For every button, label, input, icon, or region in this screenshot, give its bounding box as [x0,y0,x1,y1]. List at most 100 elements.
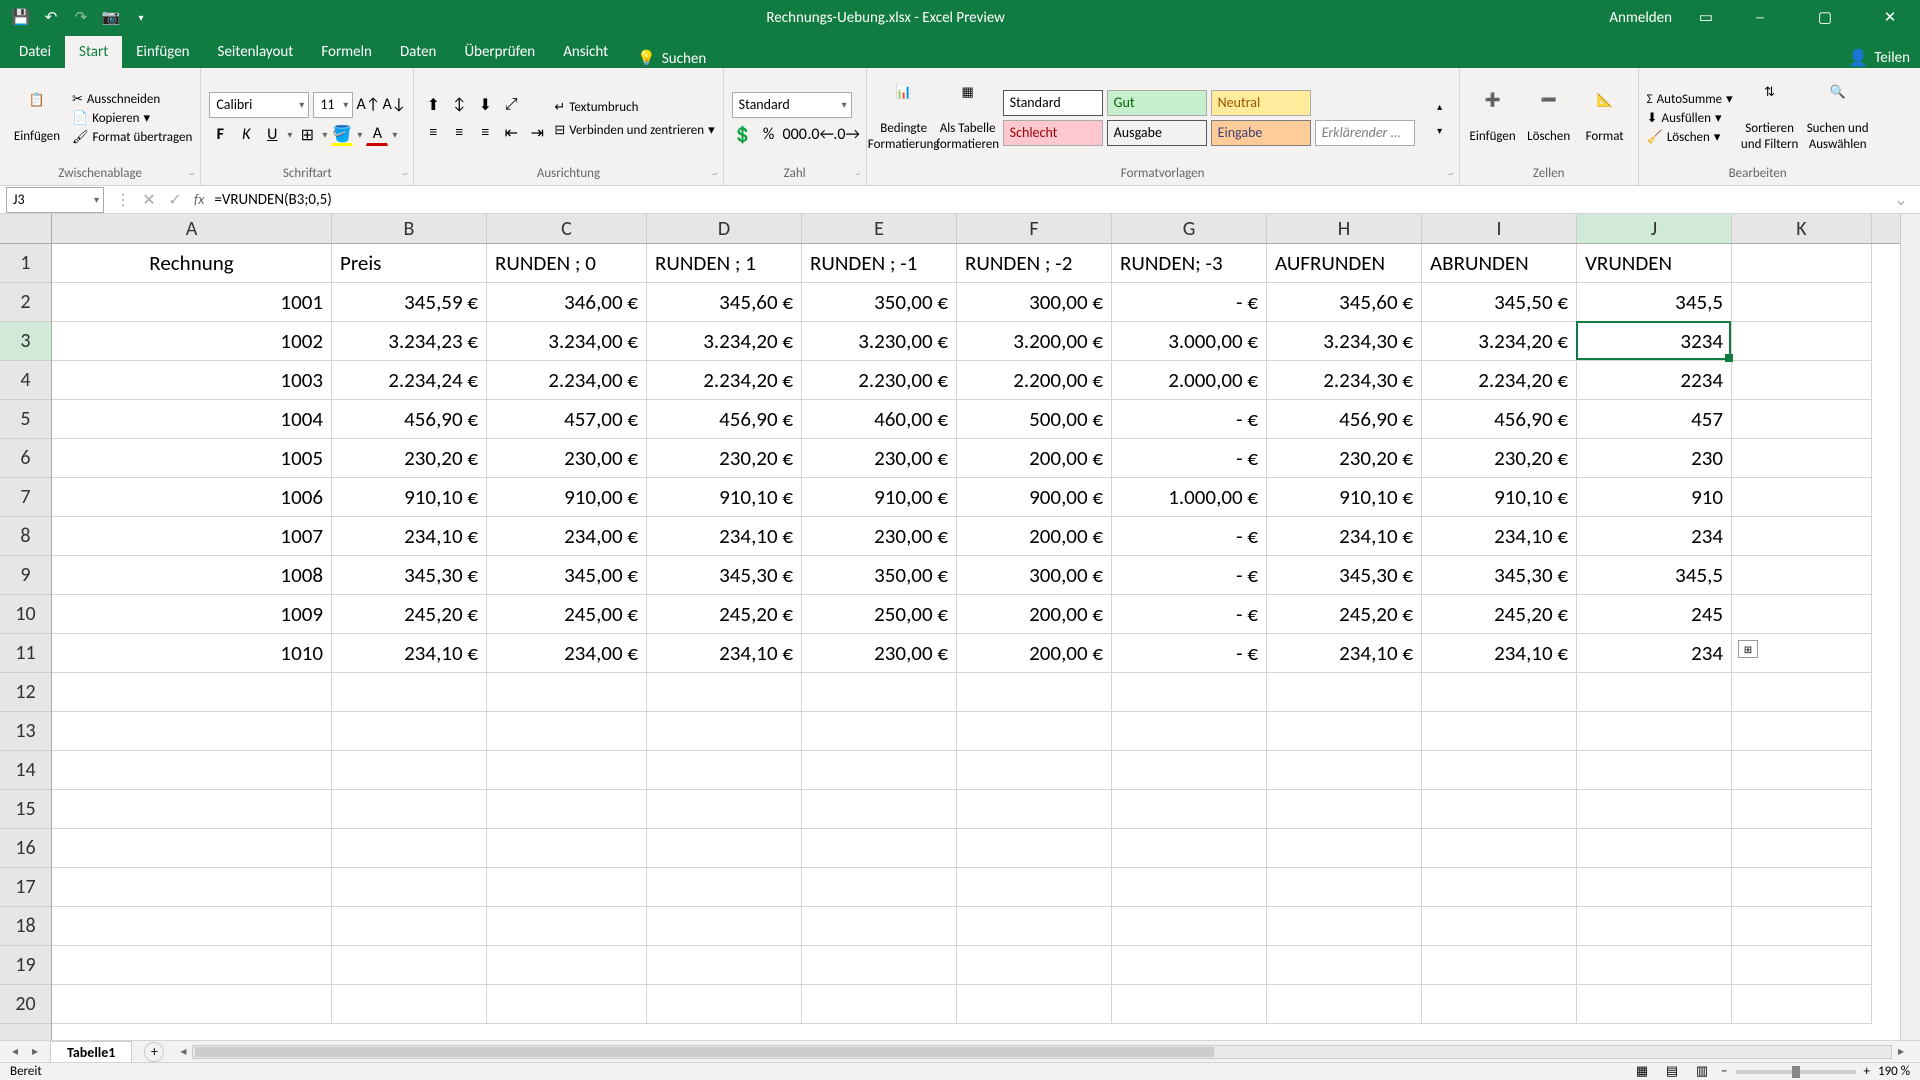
cell-E13[interactable] [802,712,957,751]
col-header-G[interactable]: G [1112,214,1267,243]
border-icon[interactable]: ⊞ [296,124,318,146]
cell-H2[interactable]: 345,60 € [1267,283,1422,322]
row-header-14[interactable]: 14 [0,751,51,790]
cell-K17[interactable] [1732,868,1872,907]
cell-H11[interactable]: 234,10 € [1267,634,1422,673]
cell-H5[interactable]: 456,90 € [1267,400,1422,439]
cell-I10[interactable]: 245,20 € [1422,595,1577,634]
cell-C14[interactable] [487,751,647,790]
cell-E12[interactable] [802,673,957,712]
cell-I20[interactable] [1422,985,1577,1024]
find-select-button[interactable]: 🔍Suchen und Auswählen [1807,75,1869,163]
cell-I5[interactable]: 456,90 € [1422,400,1577,439]
cell-I12[interactable] [1422,673,1577,712]
cell-G10[interactable]: - € [1112,595,1267,634]
merge-center-button[interactable]: ⊟ Verbinden und zentrieren ▾ [554,122,714,139]
cell-I8[interactable]: 234,10 € [1422,517,1577,556]
cut-button[interactable]: ✂ Ausschneiden [72,91,192,108]
select-all-corner[interactable] [0,214,52,244]
cell-F15[interactable] [957,790,1112,829]
cell-B4[interactable]: 2.234,24 € [332,361,487,400]
cell-E11[interactable]: 230,00 € [802,634,957,673]
clear-button[interactable]: 🧹 Löschen ▾ [1647,129,1733,146]
cell-E7[interactable]: 910,00 € [802,478,957,517]
cell-F20[interactable] [957,985,1112,1024]
cell-H9[interactable]: 345,30 € [1267,556,1422,595]
cell-G9[interactable]: - € [1112,556,1267,595]
cell-J18[interactable] [1577,907,1732,946]
cell-D7[interactable]: 910,10 € [647,478,802,517]
cell-J9[interactable]: 345,5 [1577,556,1732,595]
cell-H16[interactable] [1267,829,1422,868]
cell-D19[interactable] [647,946,802,985]
row-header-16[interactable]: 16 [0,829,51,868]
ribbon-tab-datei[interactable]: Datei [5,36,65,68]
col-header-F[interactable]: F [957,214,1112,243]
wrap-text-button[interactable]: ↵ Textumbruch [554,99,714,116]
cell-D15[interactable] [647,790,802,829]
ribbon-tab-formeln[interactable]: Formeln [307,36,386,68]
vertical-scrollbar[interactable] [1900,214,1920,1040]
cell-styles-gallery[interactable]: Standard Gut Neutral Schlecht Ausgabe Be… [1003,90,1313,148]
row-header-12[interactable]: 12 [0,673,51,712]
cell-D11[interactable]: 234,10 € [647,634,802,673]
cell-K8[interactable] [1732,517,1872,556]
cell-I14[interactable] [1422,751,1577,790]
cell-G16[interactable] [1112,829,1267,868]
paste-button[interactable]: 📋 Einfügen [8,75,66,163]
cell-A18[interactable] [52,907,332,946]
cell-H18[interactable] [1267,907,1422,946]
insert-cells-button[interactable]: ➕Einfügen [1468,75,1518,163]
row-header-10[interactable]: 10 [0,595,51,634]
row-header-8[interactable]: 8 [0,517,51,556]
style-erklaerend[interactable]: Erklärender ... [1315,120,1415,146]
hscroll-right-icon[interactable]: ▸ [1892,1043,1910,1061]
name-box[interactable]: J3 [6,187,104,213]
delete-cells-button[interactable]: ➖Löschen [1524,75,1574,163]
cell-B19[interactable] [332,946,487,985]
cell-J1[interactable]: VRUNDEN [1577,244,1732,283]
cell-E10[interactable]: 250,00 € [802,595,957,634]
cell-A4[interactable]: 1003 [52,361,332,400]
cell-G2[interactable]: - € [1112,283,1267,322]
row-header-20[interactable]: 20 [0,985,51,1024]
zoom-in-icon[interactable]: + [1864,1064,1870,1079]
col-header-E[interactable]: E [802,214,957,243]
currency-icon[interactable]: 💲 [732,124,754,146]
cell-B12[interactable] [332,673,487,712]
cell-D16[interactable] [647,829,802,868]
cell-J10[interactable]: 245 [1577,595,1732,634]
cell-G12[interactable] [1112,673,1267,712]
fill-color-icon[interactable]: 🪣 [331,124,353,146]
cell-G18[interactable] [1112,907,1267,946]
ribbon-tab-start[interactable]: Start [65,36,122,68]
row-header-18[interactable]: 18 [0,907,51,946]
font-color-icon[interactable]: A [366,124,388,146]
cell-F16[interactable] [957,829,1112,868]
cell-F10[interactable]: 200,00 € [957,595,1112,634]
cell-D8[interactable]: 234,10 € [647,517,802,556]
cell-H20[interactable] [1267,985,1422,1024]
cell-G1[interactable]: RUNDEN; -3 [1112,244,1267,283]
ribbon-options-icon[interactable]: ▭ [1697,9,1715,27]
row-header-19[interactable]: 19 [0,946,51,985]
cell-C17[interactable] [487,868,647,907]
cell-B3[interactable]: 3.234,23 € [332,322,487,361]
fx-icon[interactable]: fx [194,191,204,208]
cell-B16[interactable] [332,829,487,868]
cell-B13[interactable] [332,712,487,751]
cell-E2[interactable]: 350,00 € [802,283,957,322]
page-layout-view-icon[interactable]: ▤ [1661,1064,1683,1080]
cell-E15[interactable] [802,790,957,829]
sheet-nav-prev-icon[interactable]: ◂ [6,1043,24,1061]
cell-K3[interactable] [1732,322,1872,361]
cell-G6[interactable]: - € [1112,439,1267,478]
row-header-6[interactable]: 6 [0,439,51,478]
cell-D6[interactable]: 230,20 € [647,439,802,478]
fill-button[interactable]: ⬇ Ausfüllen ▾ [1647,110,1733,127]
col-header-B[interactable]: B [332,214,487,243]
cell-A7[interactable]: 1006 [52,478,332,517]
cell-G4[interactable]: 2.000,00 € [1112,361,1267,400]
cell-A15[interactable] [52,790,332,829]
horizontal-scrollbar[interactable] [192,1045,1892,1059]
